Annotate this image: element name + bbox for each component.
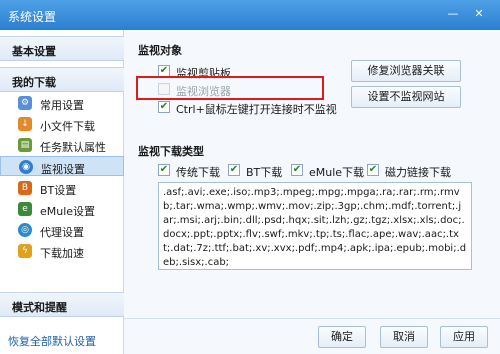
sidebar-item-label: 监视设置 [41,163,85,176]
sidebar-section-basic[interactable]: 基本设置 [0,36,124,61]
small-file-icon: ↓ [18,117,32,131]
sidebar: 基本设置 我的下载 ⚙ 常用设置 ↓ 小文件下载 ▤ 任务默认属性 ◉ 监视设置… [0,30,124,354]
emule-download-label: eMule下载 [309,166,365,179]
bt-download-checkbox[interactable]: ✔ [228,164,240,176]
apply-button[interactable]: 应用 [440,326,488,348]
title-bar: 系统设置 — ✕ [0,0,500,30]
emule-icon: e [18,202,32,216]
accelerate-icon: ϟ [18,244,32,258]
sidebar-section-mode-alerts[interactable]: 模式和提醒 [0,292,124,317]
sidebar-item-label: 代理设置 [40,226,84,239]
bt-download-label: BT下载 [246,166,283,179]
highlight-box [136,76,324,100]
http-download-checkbox[interactable]: ✔ [158,164,170,176]
sidebar-section-my-downloads[interactable]: 我的下载 [0,67,124,92]
sidebar-item-proxy[interactable]: ◎ 代理设置 [0,220,124,240]
sidebar-item-common[interactable]: ⚙ 常用设置 [0,93,124,113]
monitor-targets-title: 监视对象 [138,44,182,57]
sidebar-item-monitor[interactable]: ◉ 监视设置 [0,156,124,176]
sidebar-item-accelerate[interactable]: ϟ 下载加速 [0,241,124,261]
ok-button[interactable]: 确定 [318,326,366,348]
repair-browser-button[interactable]: 修复浏览器关联 [351,60,461,82]
footer-divider [124,318,500,319]
window-title: 系统设置 [8,10,57,24]
cancel-button[interactable]: 取消 [380,326,428,348]
sidebar-item-bt[interactable]: B BT设置 [0,178,124,198]
restore-defaults-link[interactable]: 恢复全部默认设置 [8,333,96,349]
close-button[interactable]: ✕ [470,6,488,22]
extensions-textarea[interactable]: .asf;.avi;.exe;.iso;.mp3;.mpeg;.mpg;.mpg… [158,182,472,270]
sidebar-item-label: 任务默认属性 [40,141,106,154]
emule-download-checkbox[interactable]: ✔ [291,164,303,176]
http-download-label: 传统下载 [176,166,220,179]
sidebar-item-small-file[interactable]: ↓ 小文件下载 [0,114,124,134]
magnet-download-label: 磁力链接下载 [385,166,451,179]
settings-window: 系统设置 — ✕ 基本设置 我的下载 ⚙ 常用设置 ↓ 小文件下载 ▤ 任务默认… [0,0,500,354]
bt-icon: B [18,181,32,195]
sidebar-item-task-default[interactable]: ▤ 任务默认属性 [0,135,124,155]
ctrl-click-label: Ctrl+鼠标左键打开连接时不监视 [176,103,337,116]
sidebar-item-label: 下载加速 [40,247,84,260]
download-types-title: 监视下载类型 [138,145,204,158]
exclude-sites-button[interactable]: 设置不监视网站 [351,86,461,108]
task-icon: ▤ [18,138,32,152]
gear-icon: ⚙ [18,96,32,110]
sidebar-item-label: 常用设置 [40,99,84,112]
ctrl-click-checkbox[interactable]: ✔ [158,101,170,113]
proxy-icon: ◎ [18,223,32,237]
minimize-button[interactable]: — [444,6,462,22]
monitor-icon: ◉ [19,160,33,174]
magnet-download-checkbox[interactable]: ✔ [367,164,379,176]
sidebar-item-label: eMule设置 [40,205,96,218]
sidebar-item-label: BT设置 [40,184,77,197]
sidebar-item-emule[interactable]: e eMule设置 [0,199,124,219]
sidebar-item-label: 小文件下载 [40,120,95,133]
